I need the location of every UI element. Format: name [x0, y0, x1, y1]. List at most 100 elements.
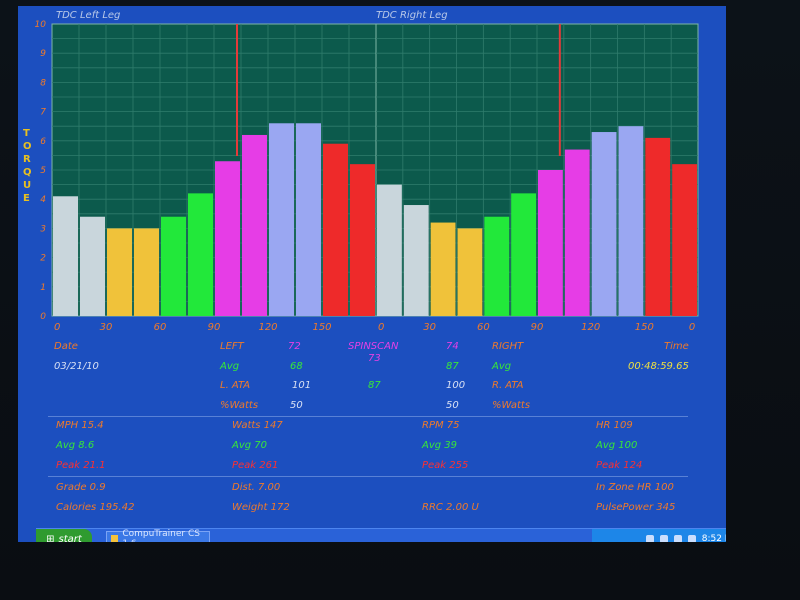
windows-logo-icon: ⊞ [46, 533, 55, 543]
spinscan-label: SPINSCAN [348, 341, 399, 352]
x-tick-label: 30 [423, 322, 436, 333]
torque-bar [484, 216, 510, 316]
x-tick-label: 90 [208, 322, 221, 333]
spinscan-value: 73 [368, 353, 381, 364]
y-tick-label: 1 [40, 283, 46, 293]
mph-peak-stat: Peak 21.1 [56, 460, 106, 471]
y-tick-label: 8 [40, 78, 46, 88]
lata-value: 101 [292, 380, 312, 391]
torque-bar [188, 193, 213, 316]
torque-charts: 0 30 60 90 120 150 0 1 2 3 4 5 6 7 8 9 10 0 30 60 90 120 150 0 T… [23, 20, 699, 333]
avg-right-value: 87 [446, 361, 459, 372]
watts-right-value: 50 [446, 400, 459, 411]
taskbar: ⊞ start CompuTrainer CS 1.6 8:52 PM [36, 528, 726, 542]
y-tick-label: 3 [40, 224, 46, 234]
x-tick-label: 30 [100, 322, 113, 333]
y-axis-label-char: E [23, 193, 30, 204]
x-tick-label: 60 [477, 322, 490, 333]
hr-peak-stat: Peak 124 [596, 460, 643, 471]
separator-top [48, 416, 688, 417]
y-tick-label: 0 [40, 312, 46, 322]
left-value: 72 [288, 341, 301, 352]
y-tick-label: 9 [40, 49, 46, 59]
app-icon [111, 535, 119, 542]
torque-bar [323, 143, 348, 316]
torque-bar [591, 132, 617, 316]
x-tick-label: 0 [689, 322, 695, 333]
tray-icon-network[interactable] [645, 535, 654, 542]
mph-stat: MPH 15.4 [56, 420, 104, 431]
torque-bar [430, 222, 456, 316]
tray-icon-update[interactable] [687, 535, 696, 542]
torque-bar [269, 123, 294, 316]
torque-bar [457, 228, 483, 316]
taskbar-item-computrainer[interactable]: CompuTrainer CS 1.6 [106, 529, 210, 542]
mph-avg-stat: Avg 8.6 [56, 440, 95, 451]
torque-bar [80, 216, 105, 316]
torque-bar [672, 164, 697, 316]
rpm-avg-stat: Avg 39 [422, 440, 458, 451]
system-tray: 8:52 PM [592, 529, 726, 542]
torque-bar [134, 228, 159, 316]
torque-bar [242, 134, 267, 316]
dist-stat: Dist. 7.00 [232, 482, 281, 493]
y-tick-label: 5 [40, 166, 46, 176]
watts-stat: Watts 147 [232, 420, 283, 431]
right-label: RIGHT [492, 341, 524, 352]
monitor-bezel: TDC Left Leg TDC Right Leg 0 30 60 90 120 150… [0, 0, 800, 600]
grade-stat: Grade 0.9 [56, 482, 106, 493]
calories-stat: Calories 195.42 [56, 502, 135, 513]
torque-bar [538, 170, 563, 316]
torque-bar [564, 149, 590, 316]
tray-icon-security[interactable] [673, 535, 682, 542]
torque-bar [403, 205, 429, 316]
y-axis-label-char: T [23, 128, 30, 139]
x-tick-label: 0 [378, 322, 384, 333]
tray-icon-volume[interactable] [659, 535, 668, 542]
watts-avg-stat: Avg 70 [232, 440, 268, 451]
y-tick-label: 10 [35, 20, 47, 30]
avg-left-value: 68 [290, 361, 303, 372]
separator-bottom [48, 476, 688, 477]
y-tick-label: 7 [40, 108, 46, 118]
y-axis-label-char: U [23, 180, 31, 191]
date-value: 03/21/10 [54, 361, 99, 372]
date-label: Date [54, 341, 78, 352]
x-tick-label: 90 [531, 322, 544, 333]
watts-left-label: %Watts [220, 400, 259, 411]
torque-bar [511, 193, 536, 316]
task-label: CompuTrainer CS 1.6 [122, 529, 200, 542]
torque-bar [645, 137, 671, 316]
y-tick-label: 6 [40, 137, 46, 147]
lata-label: L. ATA [220, 380, 251, 391]
rata-value: 100 [446, 380, 466, 391]
inzone-hr-stat: In Zone HR 100 [596, 482, 674, 493]
y-axis-label-char: Q [23, 167, 32, 178]
rpm-peak-stat: Peak 255 [422, 460, 469, 471]
hr-avg-stat: Avg 100 [596, 440, 638, 451]
x-tick-label: 120 [581, 322, 600, 333]
avg-left-label: Avg [220, 361, 240, 372]
hr-stat: HR 109 [596, 420, 633, 431]
watts-peak-stat: Peak 261 [232, 460, 279, 471]
y-tick-label: 2 [40, 254, 46, 264]
watts-right-label: %Watts [492, 400, 531, 411]
rpm-stat: RPM 75 [422, 420, 460, 431]
center-value: 87 [368, 380, 381, 391]
right-pct-value: 74 [446, 341, 459, 352]
clock: 8:52 PM [701, 534, 726, 542]
screen: TDC Left Leg TDC Right Leg 0 30 60 90 120 150… [18, 6, 726, 542]
left-label: LEFT [220, 341, 244, 352]
x-tick-label: 150 [312, 322, 331, 333]
start-button[interactable]: ⊞ start [36, 529, 92, 542]
y-tick-label: 4 [40, 195, 46, 205]
torque-bar [377, 184, 402, 316]
avg-right-label: Avg [492, 361, 512, 372]
x-tick-label: 0 [54, 322, 60, 333]
watts-left-value: 50 [290, 400, 303, 411]
torque-bar [53, 196, 78, 316]
start-label: start [58, 533, 82, 543]
torque-bar [618, 126, 644, 316]
rata-label: R. ATA [492, 380, 524, 391]
pulsepower-stat: PulsePower 345 [596, 502, 676, 513]
